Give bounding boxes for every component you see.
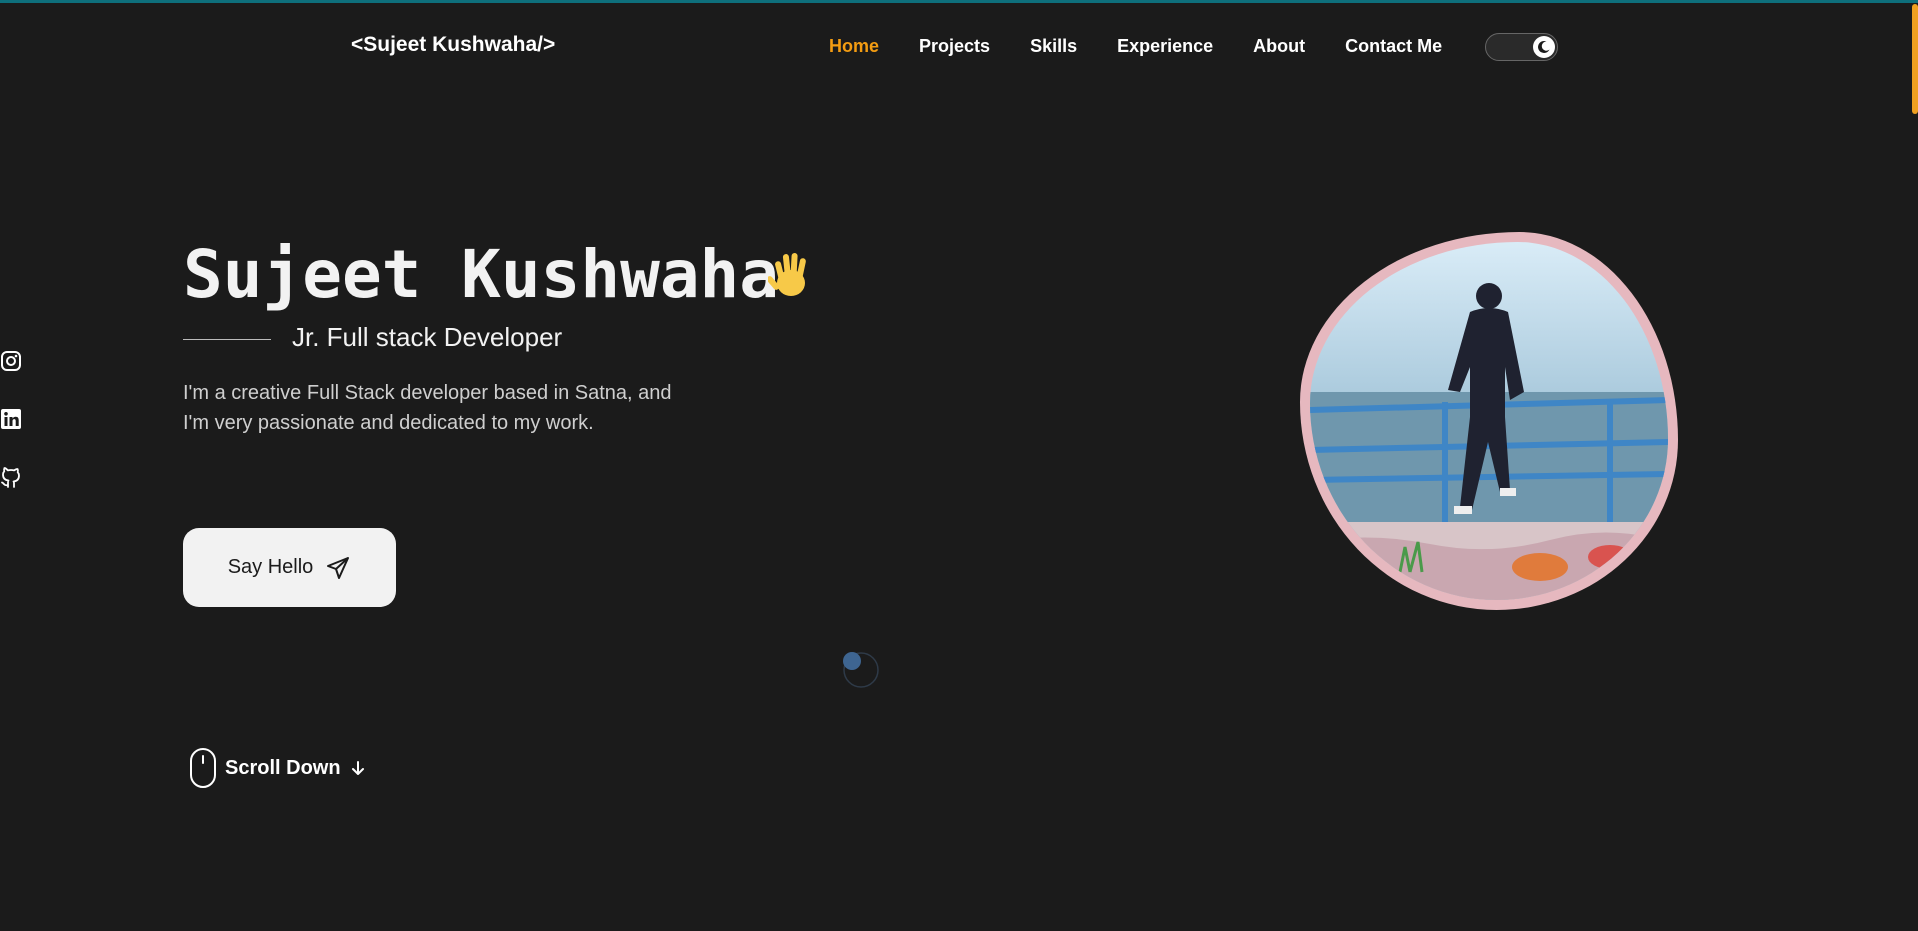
toggle-knob <box>1533 36 1555 58</box>
nav-about[interactable]: About <box>1253 36 1305 57</box>
arrow-down-icon <box>351 761 364 775</box>
hero-name: Sujeet Kushwaha <box>183 236 780 313</box>
moon-icon <box>1538 40 1550 53</box>
github-icon[interactable] <box>0 466 22 488</box>
hero-description: I'm a creative Full Stack developer base… <box>183 382 672 434</box>
waving-hand-icon <box>768 253 806 296</box>
nav-skills[interactable]: Skills <box>1030 36 1077 57</box>
say-hello-label: Say Hello <box>227 556 314 578</box>
subtitle-divider <box>183 339 271 340</box>
site-logo[interactable]: <Sujeet Kushwaha/> <box>351 33 555 57</box>
nav-projects[interactable]: Projects <box>919 36 990 57</box>
top-accent-line <box>0 0 1918 3</box>
instagram-icon[interactable] <box>0 350 22 372</box>
linkedin-icon[interactable] <box>0 408 22 430</box>
page-scrollbar[interactable] <box>1912 4 1918 114</box>
scroll-down-link[interactable]: Scroll Down <box>189 747 367 789</box>
say-hello-button[interactable]: Say Hello <box>183 528 396 607</box>
scroll-down-label: Scroll Down <box>225 756 341 779</box>
nav-experience[interactable]: Experience <box>1117 36 1213 57</box>
mouse-icon <box>190 748 216 788</box>
paper-plane-icon <box>327 556 350 579</box>
nav-home[interactable]: Home <box>829 36 879 57</box>
profile-photo <box>1300 232 1678 610</box>
theme-toggle[interactable] <box>1485 33 1558 61</box>
hero-subtitle: Jr. Full stack Developer <box>292 322 563 352</box>
nav-contact[interactable]: Contact Me <box>1345 36 1442 57</box>
main-nav: Home Projects Skills Experience About Co… <box>829 36 1442 57</box>
social-links <box>0 350 22 488</box>
loading-spinner <box>843 652 879 688</box>
